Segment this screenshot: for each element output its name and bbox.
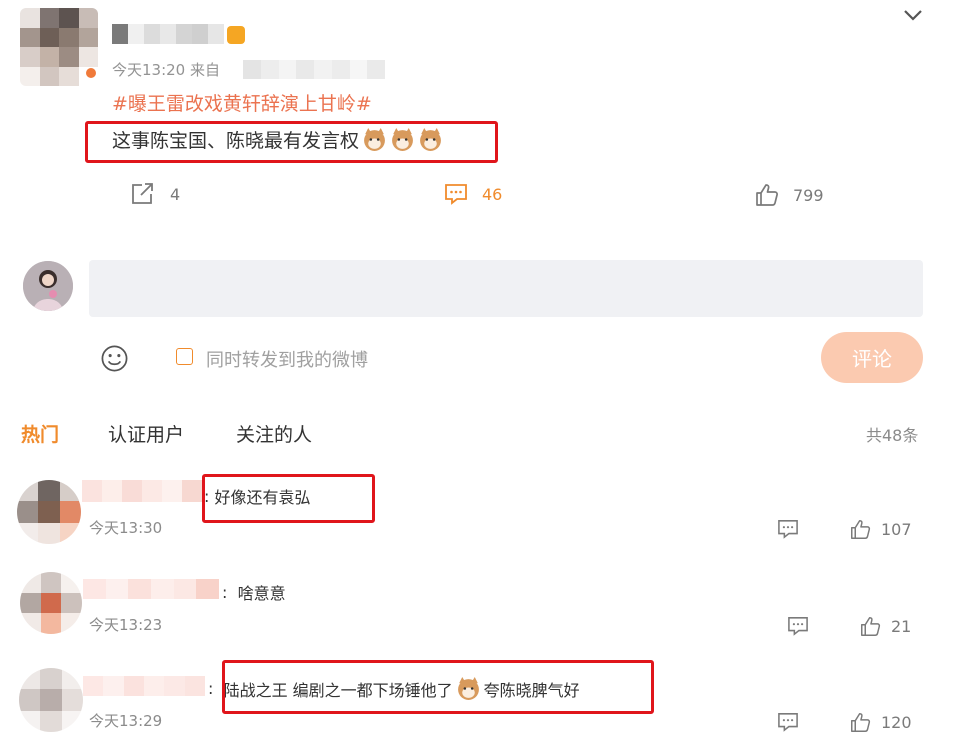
comment-highlight-box (222, 660, 654, 714)
post-source-blurred (243, 60, 385, 79)
commenter-avatar[interactable] (17, 480, 81, 544)
comment-text: : 啥意意 (222, 580, 286, 604)
submit-comment-button[interactable]: 评论 (821, 332, 923, 383)
like-count: 799 (793, 185, 824, 205)
comment-like-button[interactable]: 120 (850, 712, 912, 733)
comment-like-button[interactable]: 21 (860, 616, 911, 637)
reply-icon[interactable] (777, 519, 799, 539)
repost-checkbox[interactable] (176, 348, 193, 365)
thumbs-up-icon (861, 617, 881, 636)
comment-colon: : (222, 582, 238, 602)
comment-button[interactable]: 46 (444, 183, 502, 205)
tab-hot[interactable]: 热门 (21, 420, 59, 447)
commenter-name[interactable] (83, 579, 219, 599)
comment-like-button[interactable]: 107 (850, 519, 912, 540)
share-icon (132, 183, 153, 204)
comment-time: 今天13:30 (89, 519, 163, 537)
comment-count: 46 (482, 184, 503, 204)
commenter-name[interactable] (83, 676, 205, 696)
comment-total: 共48条 (866, 426, 919, 445)
commenter-name[interactable] (82, 480, 202, 502)
tab-following[interactable]: 关注的人 (236, 420, 312, 447)
post-text-highlight-box (85, 121, 498, 163)
post-time-source: 今天13:20 来自 (112, 61, 220, 79)
repost-count: 4 (170, 184, 181, 204)
post-topic-link[interactable]: #曝王雷改戏黄轩辞演上甘岭# (112, 89, 372, 116)
emoji-picker-icon[interactable] (100, 344, 129, 373)
repost-button[interactable]: 4 (130, 182, 180, 206)
comment-like-count: 120 (881, 713, 912, 732)
tab-verified-users[interactable]: 认证用户 (108, 420, 184, 447)
comment-icon (445, 184, 467, 205)
thumbs-up-icon (851, 713, 871, 732)
like-button[interactable]: 799 (755, 183, 824, 207)
verified-badge-icon (86, 68, 96, 78)
comment-like-count: 21 (891, 617, 912, 636)
reply-icon[interactable] (787, 616, 809, 636)
comment-time: 今天13:29 (89, 712, 163, 730)
comment-body: 啥意意 (237, 584, 286, 603)
weibo-post-page: 今天13:20 来自 #曝王雷改戏黄轩辞演上甘岭# 这事陈宝国、陈晓最有发言权 … (0, 0, 966, 740)
commenter-avatar[interactable] (20, 572, 82, 634)
poster-name[interactable] (112, 24, 224, 44)
repost-checkbox-label[interactable]: 同时转发到我的微博 (206, 346, 368, 372)
my-avatar[interactable] (23, 261, 73, 311)
post-meta: 今天13:20 来自 (112, 59, 220, 80)
comment-time: 今天13:23 (89, 616, 163, 634)
commenter-avatar[interactable] (19, 668, 83, 732)
thumbs-up-icon (756, 184, 778, 206)
vip-badge-icon (227, 26, 245, 44)
comment-input[interactable] (89, 260, 923, 317)
thumbs-up-icon (851, 520, 871, 539)
comment-highlight-box (202, 474, 375, 523)
reply-icon[interactable] (777, 712, 799, 732)
comment-like-count: 107 (881, 520, 912, 539)
chevron-down-icon[interactable] (902, 4, 924, 26)
